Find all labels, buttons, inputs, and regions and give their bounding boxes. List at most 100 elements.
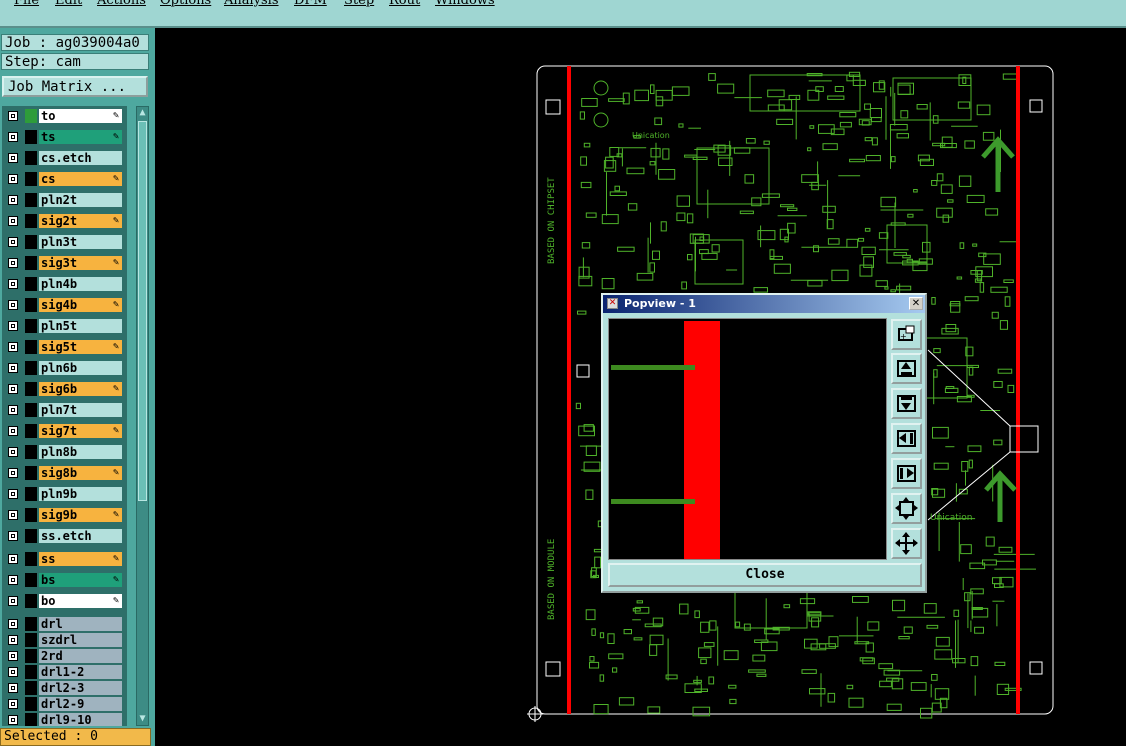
- layer-checkbox[interactable]: [8, 489, 18, 499]
- scroll-down-icon[interactable]: ▼: [137, 713, 148, 725]
- layer-checkbox[interactable]: [8, 667, 18, 677]
- layer-name[interactable]: cs.etch: [39, 151, 122, 165]
- layer-checkbox[interactable]: [8, 153, 18, 163]
- fit-screen-button[interactable]: [891, 493, 922, 524]
- layer-checkbox[interactable]: [8, 321, 18, 331]
- layer-row[interactable]: pln5t: [2, 318, 127, 334]
- layer-row[interactable]: pln7t: [2, 402, 127, 418]
- layer-row[interactable]: sig2t ✎: [2, 213, 127, 229]
- layer-row[interactable]: szdrl: [2, 632, 127, 648]
- layer-checkbox[interactable]: [8, 635, 18, 645]
- layer-row[interactable]: sig6b ✎: [2, 381, 127, 397]
- close-icon[interactable]: ✕: [909, 297, 923, 310]
- pan-all-button[interactable]: [891, 528, 922, 559]
- zoom-window-button[interactable]: +: [891, 319, 922, 350]
- layer-row[interactable]: drl1-2: [2, 664, 127, 680]
- layer-row[interactable]: pln8b: [2, 444, 127, 460]
- popview-titlebar[interactable]: ✕ Popview - 1 ✕: [603, 295, 925, 313]
- scroll-thumb[interactable]: [138, 121, 147, 501]
- layer-name[interactable]: sig5t ✎: [39, 340, 122, 354]
- layer-name[interactable]: to ✎: [39, 109, 122, 123]
- layer-checkbox[interactable]: [8, 510, 18, 520]
- layer-row[interactable]: sig7t ✎: [2, 423, 127, 439]
- layer-name[interactable]: drl2-3: [39, 681, 122, 695]
- layer-name[interactable]: sig3t ✎: [39, 256, 122, 270]
- layer-row[interactable]: sig8b ✎: [2, 465, 127, 481]
- layer-checkbox[interactable]: [8, 279, 18, 289]
- layer-checkbox[interactable]: [8, 575, 18, 585]
- layer-name[interactable]: drl9-10: [39, 713, 122, 726]
- menu-actions[interactable]: Actions: [97, 0, 146, 8]
- popview-canvas[interactable]: [608, 318, 887, 560]
- layer-row[interactable]: drl: [2, 616, 127, 632]
- layer-name[interactable]: sig9b ✎: [39, 508, 122, 522]
- layer-checkbox[interactable]: [8, 405, 18, 415]
- layer-row[interactable]: pln2t: [2, 192, 127, 208]
- layer-checkbox[interactable]: [8, 237, 18, 247]
- close-button[interactable]: Close: [608, 563, 922, 587]
- layer-row[interactable]: sig5t ✎: [2, 339, 127, 355]
- pan-down-button[interactable]: [891, 388, 922, 419]
- layer-checkbox[interactable]: [8, 596, 18, 606]
- layer-row[interactable]: cs.etch: [2, 150, 127, 166]
- layer-name[interactable]: bo ✎: [39, 594, 122, 608]
- layer-row[interactable]: to ✎: [2, 108, 127, 124]
- layer-row[interactable]: drl2-3: [2, 680, 127, 696]
- layer-name[interactable]: szdrl: [39, 633, 122, 647]
- pan-up-button[interactable]: [891, 353, 922, 384]
- layer-checkbox[interactable]: [8, 195, 18, 205]
- layer-scrollbar[interactable]: ▲ ▼: [136, 106, 149, 726]
- layer-name[interactable]: ss.etch: [39, 529, 122, 543]
- layer-checkbox[interactable]: [8, 683, 18, 693]
- layer-row[interactable]: 2rd: [2, 648, 127, 664]
- layer-name[interactable]: sig2t ✎: [39, 214, 122, 228]
- layer-row[interactable]: bs ✎: [2, 572, 127, 588]
- layer-row[interactable]: sig9b ✎: [2, 507, 127, 523]
- board-view[interactable]: BASED ON CHIPSET BASED ON MODULE Unicati…: [0, 0, 1126, 746]
- layer-name[interactable]: pln7t: [39, 403, 122, 417]
- pan-left-button[interactable]: [891, 423, 922, 454]
- layer-checkbox[interactable]: [8, 619, 18, 629]
- layer-checkbox[interactable]: [8, 426, 18, 436]
- layer-checkbox[interactable]: [8, 216, 18, 226]
- job-matrix-button[interactable]: Job Matrix ...: [2, 76, 148, 97]
- menu-edit[interactable]: Edit: [55, 0, 82, 8]
- layer-name[interactable]: drl1-2: [39, 665, 122, 679]
- layer-name[interactable]: sig6b ✎: [39, 382, 122, 396]
- layer-row[interactable]: ts ✎: [2, 129, 127, 145]
- layer-name[interactable]: sig4b ✎: [39, 298, 122, 312]
- menu-windows[interactable]: Windows: [435, 0, 495, 8]
- layer-checkbox[interactable]: [8, 174, 18, 184]
- layer-checkbox[interactable]: [8, 384, 18, 394]
- pan-right-button[interactable]: [891, 458, 922, 489]
- layer-name[interactable]: ts ✎: [39, 130, 122, 144]
- layer-name[interactable]: pln9b: [39, 487, 122, 501]
- layer-checkbox[interactable]: [8, 715, 18, 725]
- layer-checkbox[interactable]: [8, 651, 18, 661]
- layer-row[interactable]: pln3t: [2, 234, 127, 250]
- layer-checkbox[interactable]: [8, 342, 18, 352]
- layer-row[interactable]: cs ✎: [2, 171, 127, 187]
- layer-row[interactable]: pln6b: [2, 360, 127, 376]
- scroll-up-icon[interactable]: ▲: [137, 107, 148, 119]
- layer-checkbox[interactable]: [8, 111, 18, 121]
- menu-rout[interactable]: Rout: [389, 0, 420, 8]
- layer-checkbox[interactable]: [8, 132, 18, 142]
- layer-checkbox[interactable]: [8, 468, 18, 478]
- layer-row[interactable]: sig4b ✎: [2, 297, 127, 313]
- layer-checkbox[interactable]: [8, 531, 18, 541]
- layer-row[interactable]: pln9b: [2, 486, 127, 502]
- layer-name[interactable]: drl2-9: [39, 697, 122, 711]
- layer-name[interactable]: cs ✎: [39, 172, 122, 186]
- layer-checkbox[interactable]: [8, 554, 18, 564]
- layer-name[interactable]: pln3t: [39, 235, 122, 249]
- layer-name[interactable]: pln5t: [39, 319, 122, 333]
- layer-name[interactable]: pln4b: [39, 277, 122, 291]
- layer-name[interactable]: 2rd: [39, 649, 122, 663]
- layer-name[interactable]: ss ✎: [39, 552, 122, 566]
- layer-name[interactable]: sig8b ✎: [39, 466, 122, 480]
- menu-file[interactable]: File: [14, 0, 39, 8]
- menu-analysis[interactable]: Analysis: [224, 0, 279, 8]
- menu-options[interactable]: Options: [160, 0, 211, 8]
- layer-row[interactable]: drl2-9: [2, 696, 127, 712]
